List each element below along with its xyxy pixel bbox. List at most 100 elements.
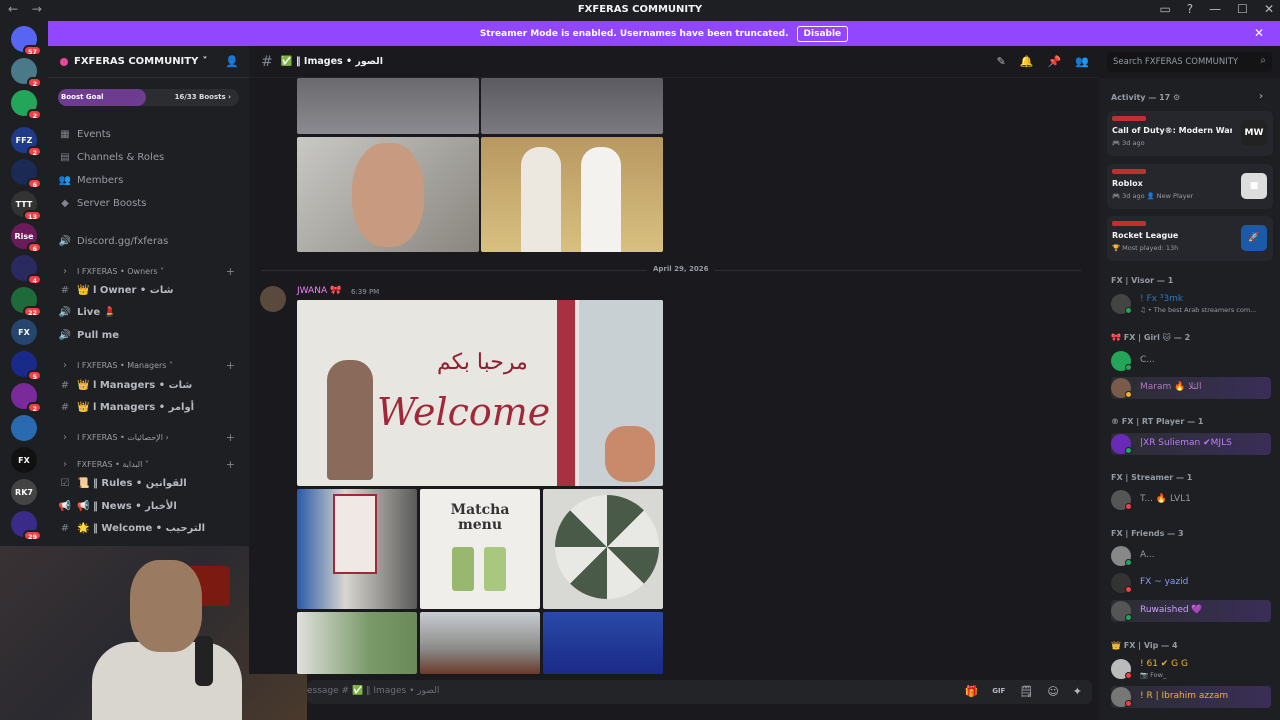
game-icon: ■	[1241, 173, 1267, 199]
sidebar-nav-item[interactable]: 👥 Members	[58, 170, 243, 190]
webcam-microphone	[195, 636, 213, 686]
channel-category[interactable]: › FXFERAS • البداية ˅ +	[58, 454, 243, 474]
add-channel-icon[interactable]: +	[226, 359, 235, 372]
sidebar-nav-item[interactable]: ▤ Channels & Roles	[58, 147, 243, 167]
server-icon[interactable]: FFZ 2	[11, 127, 42, 157]
server-icon[interactable]	[11, 415, 37, 441]
server-icon[interactable]: FX	[11, 319, 37, 345]
server-icon[interactable]: 2	[11, 90, 42, 120]
member-list-icon[interactable]: 👥	[1075, 55, 1089, 68]
help-icon[interactable]: ?	[1187, 2, 1193, 16]
channel-item[interactable]: 🔊 Live 💄	[58, 302, 243, 322]
mention-badge: 22	[22, 306, 42, 317]
minimize-icon[interactable]: —	[1209, 2, 1221, 16]
server-icon[interactable]: 6	[11, 159, 42, 189]
member-item[interactable]: ! 61 ✔ G G 📷 Fow_	[1111, 658, 1271, 680]
emoji-icon[interactable]: ☺	[1047, 685, 1058, 698]
server-icon[interactable]: 2	[11, 58, 42, 88]
member-item[interactable]: ! Fx ³3mk ♫ • The best Arab streamers com…	[1111, 293, 1271, 315]
image-attachment[interactable]	[543, 612, 663, 674]
channel-item[interactable]: # 👑 ا Managers • شات	[58, 375, 243, 395]
channel-category[interactable]: › I FXFERAS • الإحصائيات › +	[58, 427, 243, 447]
add-channel-icon[interactable]: +	[226, 458, 235, 471]
channel-category[interactable]: › I FXFERAS • Owners ˅ +	[58, 261, 243, 281]
sticker-icon[interactable]: 🗒	[1019, 685, 1033, 698]
image-attachment[interactable]	[297, 78, 479, 134]
gif-icon[interactable]: GIF	[992, 685, 1005, 698]
speaker-icon: 🔊	[58, 235, 72, 247]
boost-goal-progress: 16/33 Boosts ›	[174, 93, 231, 101]
message-author[interactable]: JWANA 🎀	[297, 286, 341, 296]
server-icon[interactable]: 5	[11, 351, 42, 381]
server-icon[interactable]: TTT 13	[11, 191, 42, 221]
add-channel-icon[interactable]: +	[226, 265, 235, 278]
inbox-icon[interactable]: ▭	[1159, 2, 1170, 16]
member-group-header: FX | Friends — 3	[1111, 529, 1184, 538]
close-window-icon[interactable]: ✕	[1264, 2, 1274, 16]
activity-card[interactable]: Call of Duty®: Modern Warf... 🎮 3d ago MW	[1107, 111, 1273, 156]
sidebar-item-label: Discord.gg/fxferas	[77, 235, 169, 247]
notification-bell-icon[interactable]: 🔔	[1020, 55, 1034, 68]
channel-item[interactable]: 🔊 Pull me	[58, 325, 243, 345]
channel-item[interactable]: # 👑 ا Managers • أوامر	[58, 397, 243, 417]
threads-icon[interactable]: ✎	[997, 55, 1006, 68]
server-icon[interactable]: FX	[11, 447, 37, 473]
member-item[interactable]: |XR Sulieman ✔MJLS	[1111, 433, 1271, 455]
image-attachment[interactable]	[297, 489, 417, 609]
channel-item[interactable]: 📢 📢 ‖ News • الأخبار	[58, 496, 243, 516]
channels-icon: ▤	[60, 151, 70, 163]
sidebar-nav-item[interactable]: ▦ Events	[58, 124, 243, 144]
image-attachment[interactable]: Matcha menu	[420, 489, 540, 609]
gift-icon[interactable]: 🎁	[965, 685, 979, 698]
channel-item[interactable]: # 🌟 ‖ Welcome • الترحيب	[58, 518, 243, 538]
matcha-cup	[484, 547, 506, 591]
member-item[interactable]: C...	[1111, 350, 1271, 372]
chevron-right-icon[interactable]: ›	[1259, 91, 1263, 102]
server-icon[interactable]: RK7	[11, 479, 37, 505]
server-icon[interactable]: Rise 6	[11, 223, 42, 253]
server-icon[interactable]: 22	[11, 287, 42, 317]
maximize-icon[interactable]: ☐	[1237, 2, 1248, 16]
add-channel-icon[interactable]: +	[226, 431, 235, 444]
activity-card[interactable]: Roblox 🎮 3d ago 👤 New Player ■	[1107, 164, 1273, 209]
image-attachment[interactable]	[481, 137, 663, 252]
channel-item[interactable]: # 👑 ا Owner • شات	[58, 280, 243, 300]
member-status-text: ♫ • The best Arab streamers com...	[1140, 306, 1257, 314]
disable-streamer-mode-button[interactable]: Disable	[796, 25, 849, 42]
member-item[interactable]: Ruwaished 💜	[1111, 600, 1271, 622]
message-input[interactable]: essage # ✅ ‖ Images • الصور	[307, 686, 439, 696]
apps-icon[interactable]: ✦	[1073, 685, 1082, 698]
image-attachment[interactable]	[481, 78, 663, 134]
sidebar-nav-item[interactable]: 🔊 Discord.gg/fxferas	[58, 231, 243, 251]
channel-item[interactable]: ☑ 📜 ‖ Rules • القوانين	[58, 473, 243, 493]
image-attachment[interactable]	[297, 137, 479, 252]
chevron-icon: ›	[63, 359, 67, 371]
activity-card[interactable]: Rocket League 🏆 Most played: 13h 🚀	[1107, 216, 1273, 261]
invite-people-icon[interactable]: 👤	[225, 55, 239, 68]
member-group-header: 🎀 FX | Girl 🐱 — 2	[1111, 333, 1191, 342]
member-item[interactable]: Maram 🔥 الثلا	[1111, 377, 1271, 399]
member-item[interactable]: FX ~ yazid	[1111, 572, 1271, 594]
server-header[interactable]: FXFERAS COMMUNITY ˅ 👤	[48, 46, 249, 78]
mention-badge: 2	[27, 146, 42, 157]
image-attachment[interactable]	[297, 612, 417, 674]
pinned-messages-icon[interactable]: 📌	[1048, 55, 1062, 68]
server-icon[interactable]: 57	[11, 26, 42, 56]
image-attachment[interactable]	[543, 489, 663, 609]
member-item[interactable]: ! R | Ibrahim azzam	[1111, 686, 1271, 708]
webcam-person-body	[92, 642, 242, 720]
image-attachment[interactable]: مرحبا بكم Welcome	[297, 300, 663, 486]
sidebar-nav-item[interactable]: ◆ Server Boosts	[58, 193, 243, 213]
message-composer[interactable]: essage # ✅ ‖ Images • الصور 🎁 GIF 🗒 ☺ ✦	[307, 680, 1092, 704]
image-attachment[interactable]	[420, 612, 540, 674]
boost-goal-bar[interactable]: Boost Goal 16/33 Boosts ›	[58, 89, 239, 106]
avatar[interactable]	[260, 286, 286, 312]
server-icon[interactable]: 4	[11, 255, 42, 285]
server-icon[interactable]: 29	[11, 511, 42, 541]
server-icon[interactable]: 2	[11, 383, 42, 413]
member-item[interactable]: A...	[1111, 545, 1271, 567]
close-banner-icon[interactable]: ✕	[1254, 26, 1264, 40]
search-input[interactable]: Search FXFERAS COMMUNITY ⌕	[1107, 52, 1272, 72]
member-item[interactable]: T... 🔥 LVL1	[1111, 489, 1271, 511]
channel-category[interactable]: › I FXFERAS • Managers ˅ +	[58, 355, 243, 375]
